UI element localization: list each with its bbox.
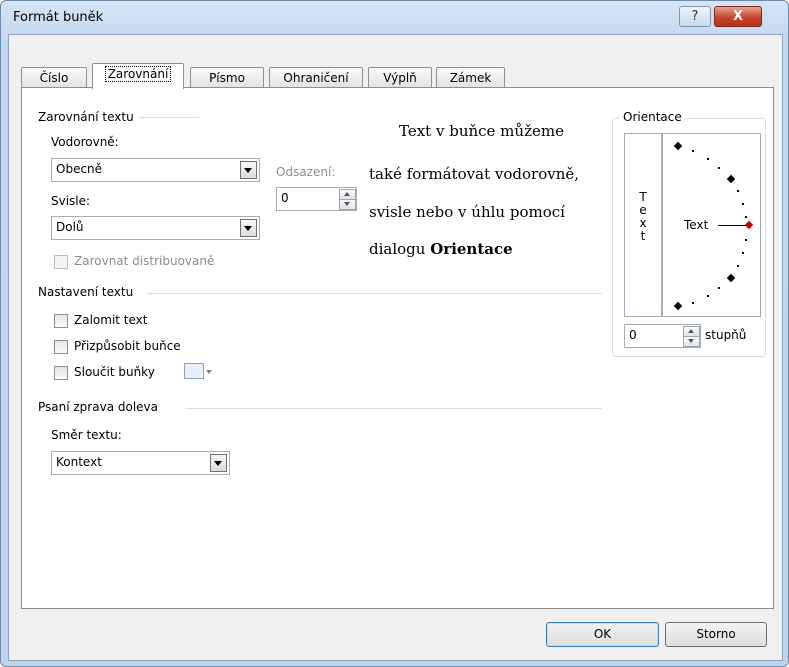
tab-label: Číslo <box>39 71 69 85</box>
horizontal-dropdown[interactable]: Obecně <box>51 158 260 182</box>
ok-button[interactable]: OK <box>546 622 659 647</box>
dial-dot <box>742 252 744 254</box>
vertical-text-toggle[interactable]: T e x t <box>624 133 662 317</box>
tab-label: Výplň <box>383 71 417 85</box>
merge-center-icon[interactable] <box>184 363 204 379</box>
degrees-spinner[interactable]: 0 <box>624 324 701 348</box>
tab-zarovnani[interactable]: Zarovnání <box>92 63 184 89</box>
spin-down-icon[interactable] <box>683 336 700 347</box>
cancel-button[interactable]: Storno <box>665 622 767 647</box>
dial-dot <box>737 265 739 267</box>
distributed-label: Zarovnat distribuovaně <box>74 254 215 268</box>
degrees-label: stupňů <box>705 328 747 342</box>
merge-cells-label: Sloučit buňky <box>74 365 155 379</box>
tab-pismo[interactable]: Písmo <box>190 67 264 88</box>
alignment-tab-page: Zarovnání textu Vodorovně: Obecně Odsaze… <box>21 87 774 609</box>
dial-dot <box>707 295 709 297</box>
text-direction-dropdown[interactable]: Kontext <box>51 451 230 475</box>
orientation-group-title: Orientace <box>620 110 685 124</box>
dial-text: Text <box>684 218 709 232</box>
spin-down-icon[interactable] <box>339 199 356 210</box>
chevron-down-icon[interactable] <box>240 161 257 179</box>
rtl-group-title: Psaní zprava doleva <box>38 400 158 414</box>
orientation-dial[interactable]: Text <box>662 133 761 317</box>
text-direction-value: Kontext <box>56 455 102 469</box>
title-bar[interactable]: Formát buněk ? X <box>1 1 788 35</box>
text-direction-label: Směr textu: <box>51 428 122 442</box>
merge-dropdown-arrow-icon[interactable] <box>206 370 212 374</box>
dialog-title: Formát buněk <box>13 10 104 25</box>
tab-cislo[interactable]: Číslo <box>21 67 87 88</box>
vertical-text-char: T <box>639 190 647 204</box>
indent-value: 0 <box>281 191 289 205</box>
dial-marker-minus45 <box>726 273 736 283</box>
dial-dot <box>707 158 709 160</box>
text-control-group-title: Nastavení textu <box>38 285 134 299</box>
dial-marker-45 <box>726 174 736 184</box>
vertical-dropdown[interactable]: Dolů <box>51 216 260 240</box>
format-cells-dialog: Formát buněk ? X Číslo Zarovnání Písmo O… <box>0 0 789 667</box>
horizontal-label: Vodorovně: <box>51 135 119 149</box>
chevron-down-icon[interactable] <box>210 454 227 472</box>
dialog-body: Číslo Zarovnání Písmo Ohraničení Výplň Z… <box>8 34 783 661</box>
annotation-prefix: dialogu <box>369 240 426 258</box>
indent-label: Odsazení: <box>276 165 336 179</box>
vertical-value: Dolů <box>56 220 84 234</box>
merge-cells-checkbox[interactable] <box>54 366 68 380</box>
chevron-down-icon[interactable] <box>240 219 257 237</box>
wrap-text-label: Zalomit text <box>74 313 148 327</box>
wrap-text-checkbox[interactable] <box>54 314 68 328</box>
annotation-line-2: také formátovat vodorovně, <box>369 165 580 183</box>
shrink-to-fit-checkbox[interactable] <box>54 340 68 354</box>
tab-vypln[interactable]: Výplň <box>368 67 432 88</box>
help-button[interactable]: ? <box>679 6 711 27</box>
tab-ohraniceni[interactable]: Ohraničení <box>269 67 363 88</box>
group-divider <box>185 408 602 409</box>
degrees-value: 0 <box>629 328 637 342</box>
vertical-text-char: e <box>639 203 647 217</box>
shrink-to-fit-label: Přizpůsobit buňce <box>74 339 181 353</box>
dial-needle <box>718 225 748 226</box>
distributed-checkbox[interactable] <box>54 255 68 269</box>
close-button[interactable]: X <box>714 6 762 27</box>
dial-dot <box>718 167 720 169</box>
spinner-buttons <box>683 326 700 347</box>
annotation-line-3: svisle nebo v úhlu pomocí <box>369 203 565 221</box>
tab-label: Zarovnání <box>104 66 172 82</box>
tab-label: Písmo <box>209 71 245 85</box>
dial-marker-90 <box>673 141 683 151</box>
spinner-buttons <box>339 189 356 210</box>
dial-dot <box>692 302 694 304</box>
dial-dot <box>742 203 744 205</box>
vertical-label: Svisle: <box>51 194 91 208</box>
annotation-bold: Orientace <box>430 240 513 258</box>
tab-label: Ohraničení <box>283 71 349 85</box>
vertical-text-char: t <box>640 229 646 243</box>
dial-dot <box>745 239 747 241</box>
group-divider <box>139 117 199 118</box>
indent-spinner[interactable]: 0 <box>276 187 357 211</box>
dial-dot <box>692 150 694 152</box>
vertical-text-char: x <box>639 216 647 230</box>
dial-dot <box>718 287 720 289</box>
group-divider <box>147 293 602 294</box>
annotation-line-4: dialogu Orientace <box>369 240 513 258</box>
tab-label: Zámek <box>449 71 492 85</box>
dial-dot <box>737 190 739 192</box>
annotation-line-1: Text v buňce můžeme <box>399 122 564 140</box>
dial-dot <box>745 216 747 218</box>
text-alignment-group-title: Zarovnání textu <box>38 110 134 124</box>
dial-marker-minus90 <box>673 301 683 311</box>
tab-zamek[interactable]: Zámek <box>436 67 505 88</box>
horizontal-value: Obecně <box>56 162 103 176</box>
